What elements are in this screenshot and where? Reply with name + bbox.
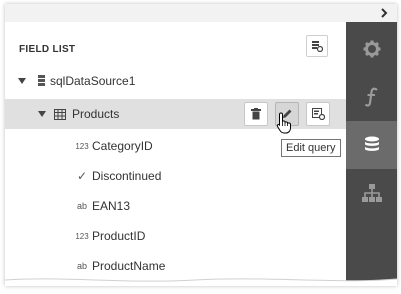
number-type-icon: 123 [75,141,89,151]
add-datasource-button[interactable] [306,35,328,57]
field-row[interactable]: 123 ProductID [5,221,346,251]
hand-cursor-icon [276,112,291,134]
torn-edge [5,278,397,286]
datasource-label: sqlDataSource1 [50,74,136,88]
field-label: CategoryID [92,139,153,153]
field-label: ProductID [92,229,146,243]
field-label: ProductName [92,259,166,273]
chevron-right-icon [381,8,388,18]
tab-field-list[interactable] [346,121,397,169]
tab-properties[interactable] [346,25,397,73]
edit-query-tooltip: Edit query [281,139,341,157]
table-icon [54,108,66,120]
field-label: EAN13 [92,199,131,213]
datasource-icon [36,74,46,88]
table-label: Products [72,107,120,121]
query-settings-icon [311,108,325,120]
panel-title: FIELD LIST [19,44,76,55]
expand-toggle[interactable] [37,109,47,119]
tab-report-explorer[interactable] [346,169,397,217]
panel-top-bar [5,4,397,22]
manage-relations-button[interactable] [306,102,330,126]
string-type-icon: ab [76,201,87,211]
tree-row-datasource[interactable]: sqlDataSource1 [5,66,346,96]
field-label: Discontinued [92,169,162,183]
expand-toggle[interactable] [17,76,27,86]
gear-icon [363,40,380,58]
caret-down-icon [18,78,26,84]
caret-down-icon [38,111,46,117]
string-type-icon: ab [76,261,87,271]
tab-expressions[interactable] [346,73,397,121]
collapse-panel-button[interactable] [377,5,391,21]
tab-sidebar [346,22,397,286]
trash-icon [251,108,261,120]
field-row[interactable]: ✓ Discontinued [5,161,346,191]
hierarchy-icon [361,184,382,202]
boolean-type-icon: ✓ [76,169,88,183]
remove-query-button[interactable] [244,102,268,126]
add-datasource-icon [312,41,323,52]
tree-row-products[interactable]: Products [5,99,346,129]
field-row[interactable]: ab EAN13 [5,191,346,221]
number-type-icon: 123 [75,231,89,241]
database-icon [364,136,379,151]
function-icon [364,87,378,107]
